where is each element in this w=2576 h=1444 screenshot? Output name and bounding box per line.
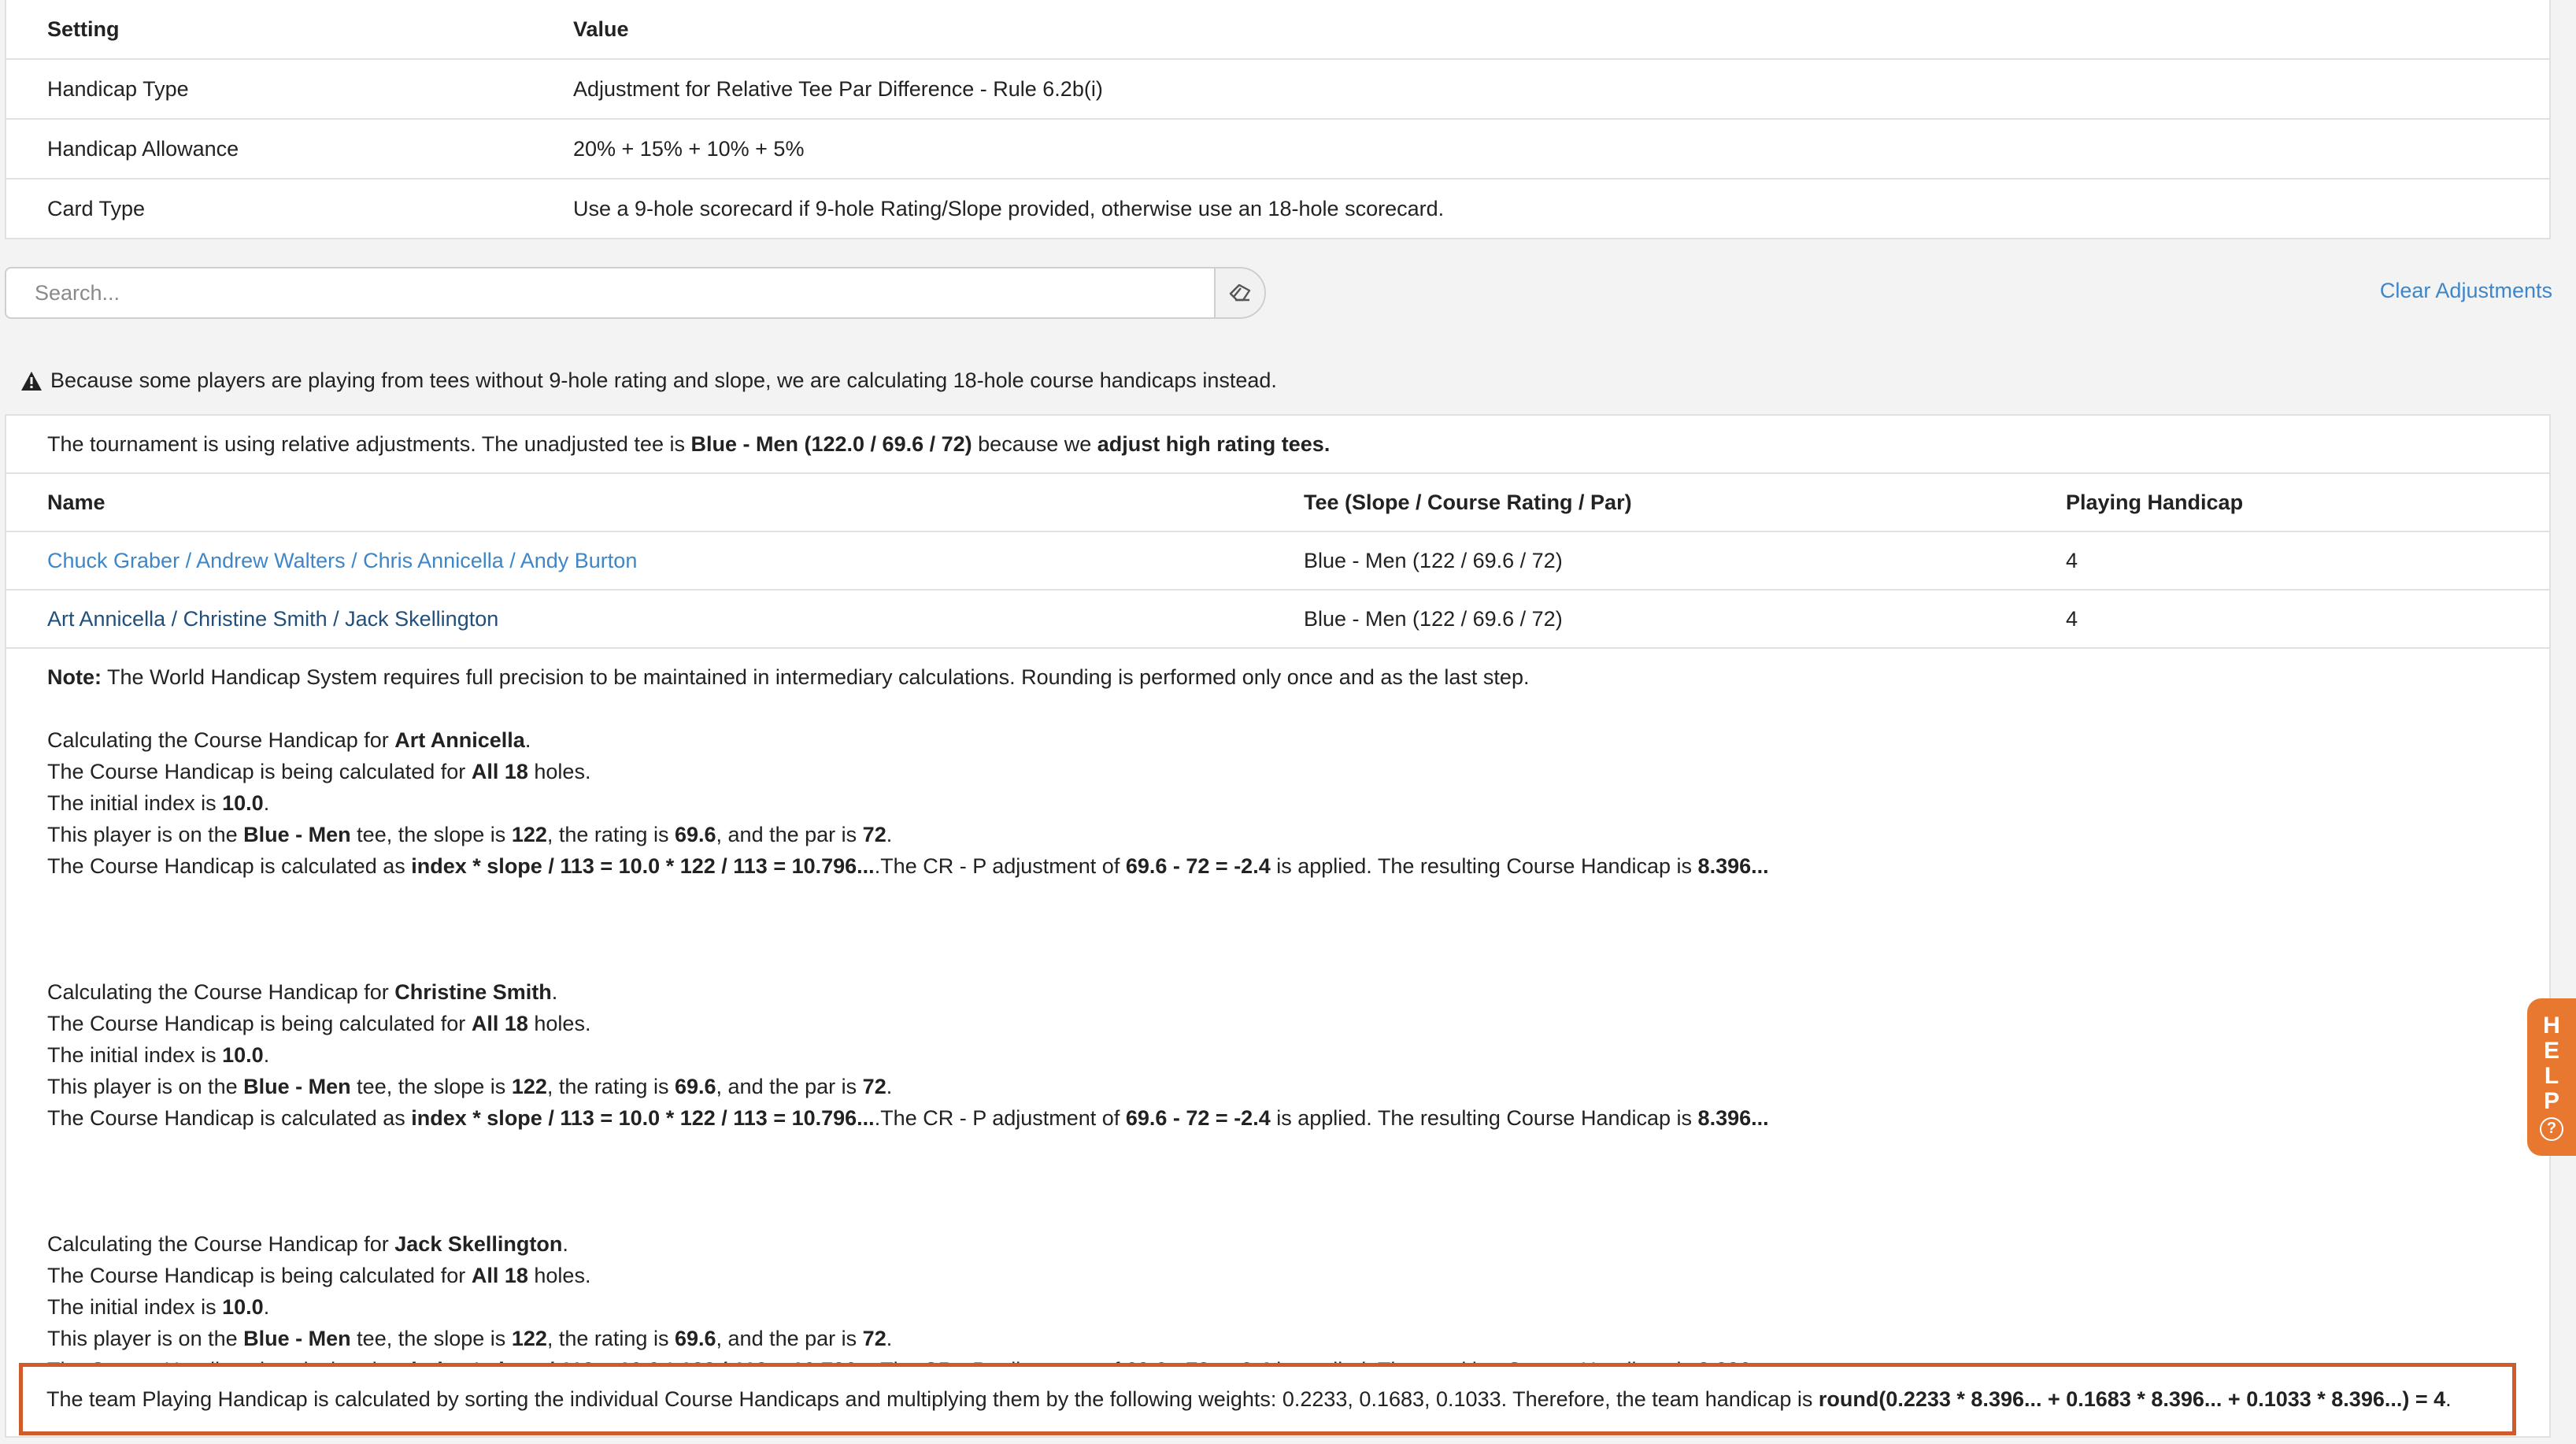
player-calculation: Calculating the Course Handicap for Chri…: [47, 980, 1769, 1130]
team-link[interactable]: Chuck Graber / Andrew Walters / Chris An…: [47, 549, 637, 572]
teams-header-name: Name: [47, 490, 105, 514]
help-letter: P: [2543, 1088, 2559, 1114]
search-input[interactable]: [5, 267, 1214, 319]
teams-header-row: Name Tee (Slope / Course Rating / Par) P…: [6, 474, 2549, 532]
team-link[interactable]: Art Annicella / Christine Smith / Jack S…: [47, 607, 498, 631]
settings-row-handicap-allowance: Handicap Allowance 20% + 15% + 10% + 5%: [6, 118, 2549, 178]
table-row: Chuck Graber / Andrew Walters / Chris An…: [6, 532, 2549, 591]
search-bar: [5, 267, 1266, 319]
warning-message: Because some players are playing from te…: [20, 368, 1277, 393]
warning-text: Because some players are playing from te…: [50, 368, 1277, 392]
settings-row-card-type: Card Type Use a 9-hole scorecard if 9-ho…: [6, 178, 2549, 238]
relative-adjustment-info: The tournament is using relative adjustm…: [6, 416, 2549, 474]
clear-adjustments-link[interactable]: Clear Adjustments: [2380, 279, 2552, 303]
settings-header-value: Value: [573, 17, 629, 41]
team-calc-text: The team Playing Handicap is calculated …: [46, 1387, 1813, 1411]
eraser-icon: [1229, 284, 1251, 302]
precision-note: Note: The World Handicap System requires…: [47, 665, 1530, 689]
settings-row-label: Card Type: [47, 196, 146, 220]
settings-row-handicap-type: Handicap Type Adjustment for Relative Te…: [6, 58, 2549, 118]
settings-row-value: Adjustment for Relative Tee Par Differen…: [573, 76, 1103, 101]
calculation-details: Note: The World Handicap System requires…: [6, 649, 2549, 1386]
clear-search-button[interactable]: [1214, 267, 1266, 319]
question-circle-icon: ?: [2540, 1117, 2563, 1141]
team-playing-handicap: 4: [2066, 548, 2078, 572]
team-handicap-calculation: The team Playing Handicap is calculated …: [19, 1363, 2516, 1435]
help-letter: H: [2543, 1013, 2560, 1039]
team-calc-formula: round(0.2233 * 8.396... + 0.1683 * 8.396…: [1818, 1387, 2446, 1411]
info-prefix: The tournament is using relative adjustm…: [47, 431, 685, 456]
settings-row-value: Use a 9-hole scorecard if 9-hole Rating/…: [573, 196, 1445, 220]
player-calculation: Calculating the Course Handicap for Jack…: [47, 1232, 1769, 1382]
help-tab[interactable]: H E L P ?: [2527, 998, 2576, 1156]
team-playing-handicap: 4: [2066, 606, 2078, 631]
handicap-panel: The tournament is using relative adjustm…: [5, 414, 2551, 1438]
info-middle: because we: [978, 431, 1092, 456]
settings-table: Setting Value Handicap Type Adjustment f…: [5, 0, 2551, 239]
settings-row-label: Handicap Type: [47, 76, 189, 101]
player-calculation: Calculating the Course Handicap for Art …: [47, 728, 1769, 878]
table-row: Art Annicella / Christine Smith / Jack S…: [6, 591, 2549, 649]
help-letter: L: [2544, 1063, 2559, 1089]
help-letter: E: [2543, 1038, 2559, 1064]
team-tee: Blue - Men (122 / 69.6 / 72): [1304, 606, 1563, 631]
warning-triangle-icon: [21, 371, 42, 391]
settings-header-row: Setting Value: [6, 0, 2549, 58]
settings-row-label: Handicap Allowance: [47, 136, 239, 161]
info-reason: adjust high rating tees.: [1097, 431, 1331, 456]
info-tee: Blue - Men (122.0 / 69.6 / 72): [690, 431, 972, 456]
teams-header-hcp: Playing Handicap: [2066, 490, 2244, 514]
settings-header-setting: Setting: [47, 17, 120, 41]
teams-header-tee: Tee (Slope / Course Rating / Par): [1304, 490, 1632, 514]
settings-row-value: 20% + 15% + 10% + 5%: [573, 136, 805, 161]
team-tee: Blue - Men (122 / 69.6 / 72): [1304, 548, 1563, 572]
